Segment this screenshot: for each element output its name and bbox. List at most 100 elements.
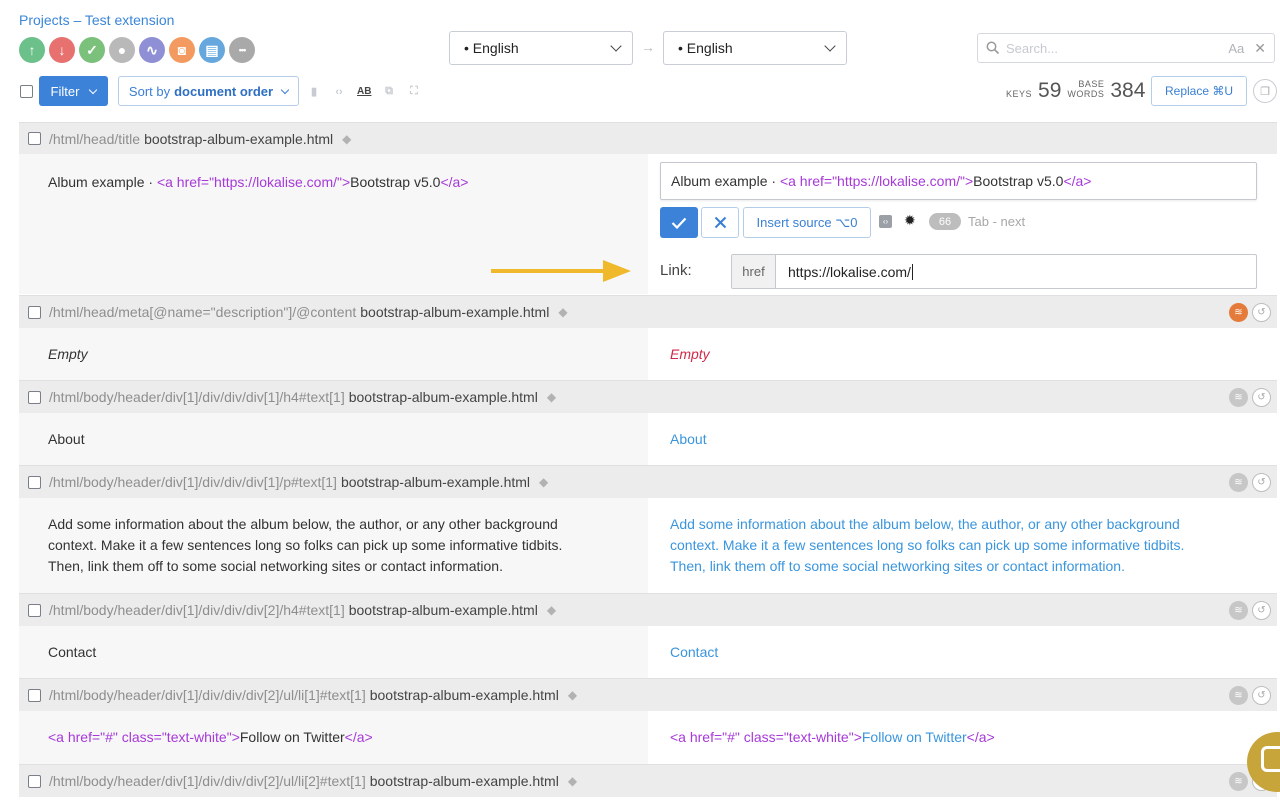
tab-next-hint: Tab - next xyxy=(968,214,1026,229)
key-file: bootstrap-album-example.html xyxy=(360,304,550,320)
machine-translate-icon[interactable]: ≋ xyxy=(1229,600,1248,620)
machine-translate-icon[interactable]: ≋ xyxy=(1229,387,1248,407)
source-cell: About xyxy=(19,413,648,465)
key-checkbox[interactable] xyxy=(28,475,41,489)
chevron-down-icon xyxy=(280,85,290,94)
insert-source-button[interactable]: Insert source ⌥0 xyxy=(743,207,871,238)
bookmark-icon[interactable]: ▮ xyxy=(307,85,321,98)
download-icon[interactable]: ↓ xyxy=(49,37,75,63)
fullscreen-icon[interactable]: ⛶ xyxy=(407,85,421,98)
machine-translate-icon[interactable]: ≋ xyxy=(1229,472,1248,492)
key-path: /html/body/header/div[1]/div/div/div[1]/… xyxy=(49,389,345,405)
check-icon[interactable]: ✓ xyxy=(79,37,105,63)
history-icon[interactable]: ↺ xyxy=(1252,302,1271,322)
tag-icon[interactable]: ◆ xyxy=(568,688,577,702)
source-line: Then, link them off to some social netwo… xyxy=(48,558,503,574)
upload-icon[interactable]: ↑ xyxy=(19,37,45,63)
cancel-button[interactable] xyxy=(701,207,739,238)
target-line: Then, link them off to some social netwo… xyxy=(670,558,1125,574)
key-path: /html/body/header/div[1]/div/div/div[2]/… xyxy=(49,773,366,789)
target-text: Bootstrap v5.0 xyxy=(973,173,1064,189)
clear-search-icon[interactable]: ✕ xyxy=(1254,40,1266,57)
key-path: /html/body/header/div[1]/div/div/div[2]/… xyxy=(49,602,345,618)
screenshot-icon[interactable]: ◙ xyxy=(169,37,195,63)
select-all-checkbox[interactable] xyxy=(20,85,33,98)
key-actions: ≋ ↺ xyxy=(1229,302,1271,322)
save-button[interactable] xyxy=(660,207,698,238)
tag-icon[interactable]: ◆ xyxy=(539,475,548,489)
target-cell[interactable]: Contact xyxy=(648,626,1277,678)
code-view-icon[interactable]: ‹› xyxy=(332,86,346,98)
breadcrumb-projects-link[interactable]: Projects xyxy=(19,12,70,28)
target-language-select[interactable]: • English xyxy=(663,31,847,65)
href-field[interactable]: href https://lokalise.com/ xyxy=(731,254,1257,289)
source-language-select[interactable]: • English xyxy=(449,31,633,65)
history-icon[interactable]: ↺ xyxy=(1252,685,1271,705)
target-cell[interactable]: About xyxy=(648,413,1277,465)
key-checkbox[interactable] xyxy=(28,305,41,319)
tag-icon[interactable]: ◆ xyxy=(547,603,556,617)
tag-icon[interactable]: ◆ xyxy=(547,390,556,404)
key-checkbox[interactable] xyxy=(28,774,41,788)
sort-button[interactable]: Sort by document order xyxy=(118,76,299,106)
href-input[interactable]: https://lokalise.com/ xyxy=(776,255,1256,288)
arrow-right-icon: → xyxy=(641,39,655,55)
search-input[interactable] xyxy=(1006,40,1229,56)
breadcrumb-project-link[interactable]: Test extension xyxy=(85,12,175,28)
key-checkbox[interactable] xyxy=(28,603,41,617)
copy-view-icon[interactable]: ⧉ xyxy=(382,85,396,98)
source-line: context. Make it a few sentences long so… xyxy=(48,537,563,553)
tag-icon[interactable]: ◆ xyxy=(342,132,351,146)
history-icon[interactable]: ↺ xyxy=(1252,387,1271,407)
key-header: /html/body/header/div[1]/div/div/div[1]/… xyxy=(19,465,1277,498)
key-file: bootstrap-album-example.html xyxy=(369,773,559,789)
key-body: Contact Contact xyxy=(19,626,1277,678)
search-icon xyxy=(986,41,1000,55)
link-label: Link: xyxy=(660,262,692,279)
key-checkbox[interactable] xyxy=(28,390,41,404)
text-caret xyxy=(911,263,913,280)
glossary-icon[interactable]: ▤ xyxy=(199,37,225,63)
target-cell[interactable]: Add some information about the album bel… xyxy=(648,498,1277,593)
translation-input[interactable]: Album example · <a href="https://lokalis… xyxy=(660,162,1257,200)
key-checkbox[interactable] xyxy=(28,132,41,145)
machine-translate-icon[interactable]: ≋ xyxy=(1229,771,1248,791)
source-tag-close: </a> xyxy=(344,729,373,745)
project-stats: KEYS 59 BASE WORDS 384 xyxy=(1006,79,1145,102)
words-label: WORDS xyxy=(1067,89,1105,99)
machine-translate-icon[interactable]: ≋ xyxy=(1229,685,1248,705)
key-header: /html/body/header/div[1]/div/div/div[2]/… xyxy=(19,678,1277,711)
target-text: Empty xyxy=(670,346,710,362)
tag-icon[interactable]: ◆ xyxy=(558,305,567,319)
close-icon xyxy=(714,216,726,229)
tag-icon[interactable]: ◆ xyxy=(568,774,577,788)
target-tag-open: <a href="https://lokalise.com/"> xyxy=(779,173,974,189)
target-tag-close: </a> xyxy=(966,729,995,745)
history-icon[interactable]: ↺ xyxy=(1252,472,1271,492)
more-icon[interactable]: ••• xyxy=(229,37,255,63)
sun-icon[interactable]: ✹ xyxy=(904,212,916,229)
replace-button[interactable]: Replace ⌘U xyxy=(1151,76,1247,106)
filter-button[interactable]: Filter xyxy=(39,76,108,106)
key-header: /html/body/header/div[1]/div/div/div[2]/… xyxy=(19,764,1277,797)
breadcrumb: Projects – Test extension xyxy=(19,12,174,28)
key-path: /html/head/title xyxy=(49,130,141,147)
key-header: /html/head/meta[@name="description"]/@co… xyxy=(19,295,1277,328)
key-body: <a href="#" class="text-white">Follow on… xyxy=(19,711,1277,764)
key-body: About About xyxy=(19,413,1277,465)
case-sensitive-toggle[interactable]: Aa xyxy=(1228,41,1244,56)
activity-icon[interactable]: ∿ xyxy=(139,37,165,63)
contributor-icon[interactable]: ● xyxy=(109,37,135,63)
href-value: https://lokalise.com/ xyxy=(788,263,911,280)
source-cell: Add some information about the album bel… xyxy=(19,498,648,593)
history-icon[interactable]: ↺ xyxy=(1252,600,1271,620)
copy-icon[interactable]: ❐ xyxy=(1253,79,1277,103)
spellcheck-icon[interactable]: AB xyxy=(357,86,371,97)
target-cell[interactable]: Empty xyxy=(648,328,1277,380)
key-header: /html/body/header/div[1]/div/div/div[1]/… xyxy=(19,380,1277,413)
target-cell[interactable]: <a href="#" class="text-white">Follow on… xyxy=(648,711,1277,764)
key-checkbox[interactable] xyxy=(28,688,41,702)
key-file: bootstrap-album-example.html xyxy=(340,474,531,490)
machine-translate-icon[interactable]: ≋ xyxy=(1229,302,1248,322)
code-icon[interactable]: ‹› xyxy=(879,215,892,228)
